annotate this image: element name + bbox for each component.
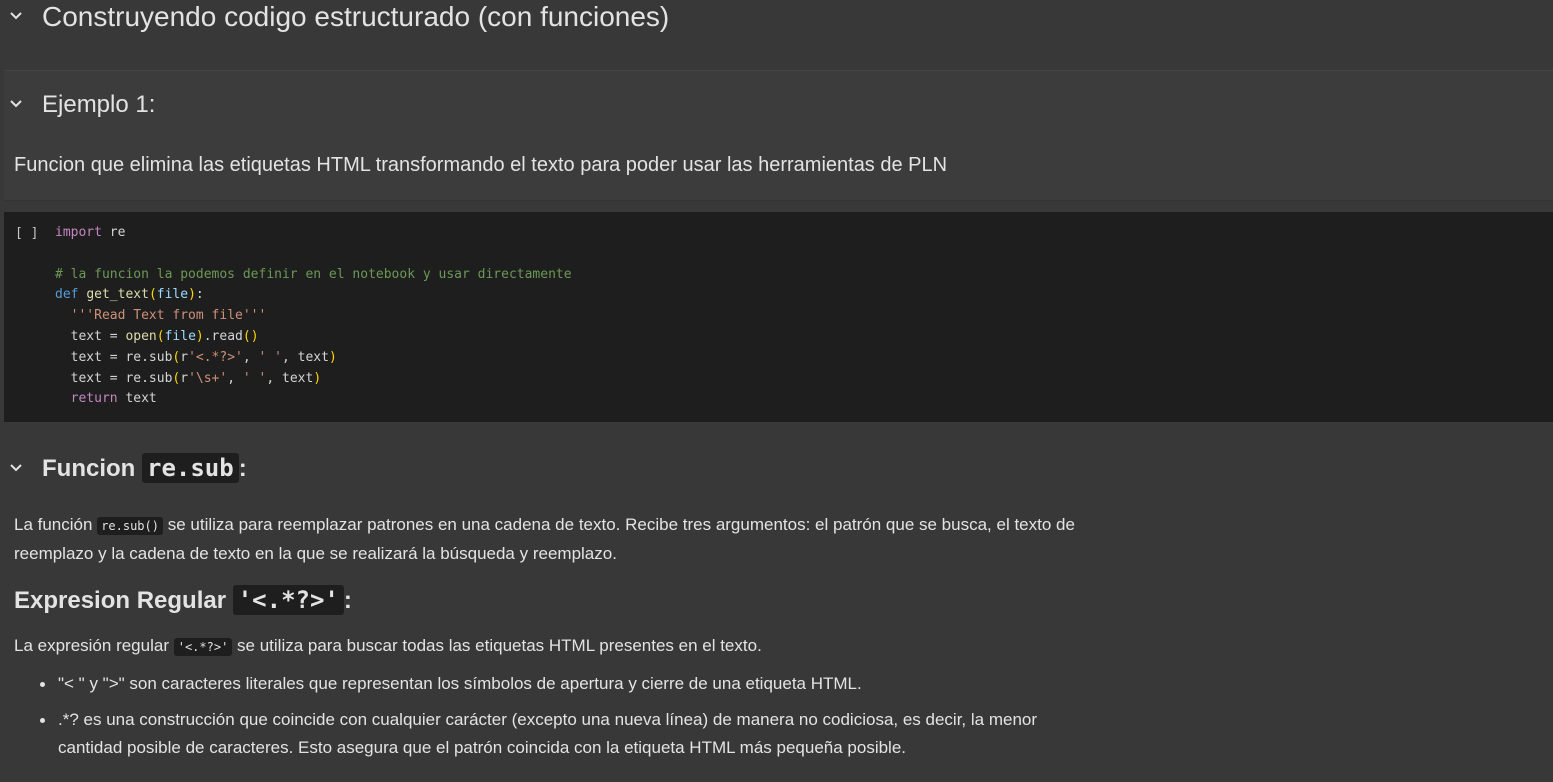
code-line: text = re.sub(r'<.*?>', ' ', text): [55, 349, 337, 365]
resub-desc-prefix: La función: [14, 515, 93, 534]
regex-title: Expresion Regular '<.*?>':: [14, 584, 352, 617]
resub-title-colon: :: [238, 455, 247, 482]
bullet-icon: [40, 682, 45, 687]
regex-title-text: Expresion Regular: [14, 587, 227, 614]
collapse-section-icon[interactable]: [9, 9, 23, 23]
example-title: Ejemplo 1:: [42, 91, 156, 118]
list-item: .*? es una construcción que coincide con…: [40, 706, 1100, 762]
code-line: '''Read Text from file''': [70, 308, 267, 324]
bullet-icon: [40, 718, 45, 723]
section-title: Construyendo codigo estructurado (con fu…: [42, 1, 670, 32]
collapse-resub-icon[interactable]: [9, 461, 23, 475]
code-line: text = open(file).read(): [55, 328, 259, 344]
code-line: return text: [70, 391, 157, 407]
run-cell-button[interactable]: [ ]: [15, 226, 38, 241]
code-line: def get_text(file):: [55, 287, 204, 303]
resub-title-code: re.sub: [142, 453, 239, 483]
code-editor[interactable]: import re # la funcion la podemos defini…: [55, 223, 572, 410]
bullet-text: .*? es una construcción que coincide con…: [58, 710, 1038, 757]
resub-title: Funcion re.sub:: [42, 452, 247, 485]
example-description: Funcion que elimina las etiquetas HTML t…: [14, 154, 948, 176]
collapse-example-icon[interactable]: [9, 97, 23, 111]
regex-desc-code: '<.*?>': [173, 638, 233, 656]
code-line: import re: [55, 225, 126, 240]
code-line: text = re.sub(r'\s+', ' ', text): [55, 370, 322, 386]
regex-desc-suffix: se utiliza para buscar todas las etiquet…: [237, 636, 762, 655]
regex-title-colon: :: [343, 587, 352, 614]
resub-desc-suffix: se utiliza para reemplazar patrones en u…: [14, 515, 1075, 563]
regex-title-code: '<.*?>': [232, 585, 344, 615]
bullet-text: "< " y ">" son caracteres literales que …: [58, 674, 862, 693]
resub-desc-code: re.sub(): [97, 517, 163, 535]
text-cell[interactable]: [4, 70, 1553, 201]
code-line: # la funcion la podemos definir en el no…: [55, 266, 572, 282]
resub-description: La función re.sub() se utiliza para reem…: [14, 511, 1124, 568]
resub-title-text: Funcion: [42, 455, 136, 482]
list-item: "< " y ">" son caracteres literales que …: [40, 670, 1100, 698]
regex-description: La expresión regular '<.*?>' se utiliza …: [14, 633, 762, 660]
regex-bullet-list: "< " y ">" son caracteres literales que …: [40, 670, 1100, 770]
regex-desc-prefix: La expresión regular: [14, 636, 169, 655]
